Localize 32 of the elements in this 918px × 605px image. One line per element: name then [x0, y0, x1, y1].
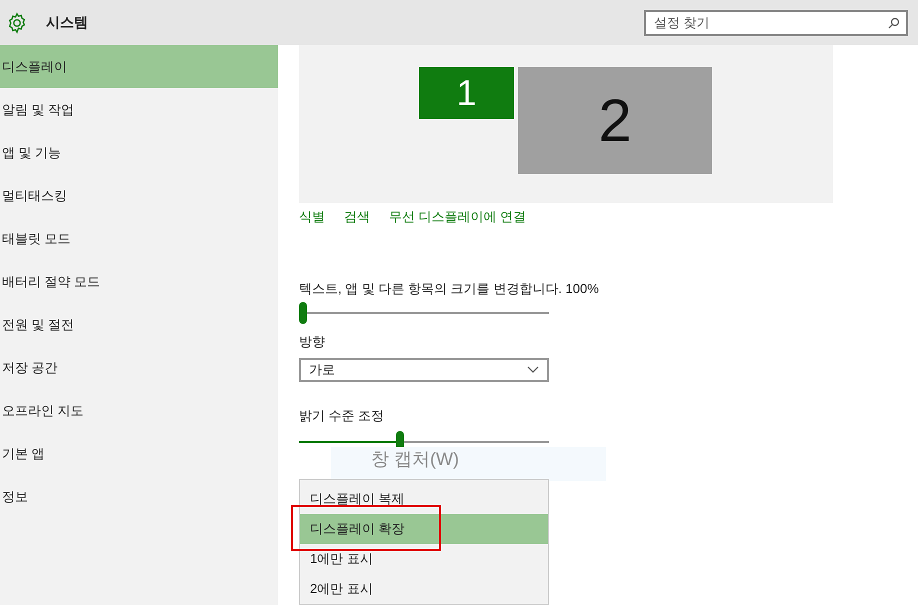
sidebar-item[interactable]: 디스플레이 — [0, 45, 278, 88]
window-title: 시스템 — [46, 13, 88, 32]
slider-thumb[interactable] — [299, 302, 307, 324]
chevron-down-icon — [527, 366, 539, 374]
search-field[interactable]: 설정 찾기 — [644, 10, 908, 36]
link[interactable]: 검색 — [344, 207, 370, 227]
dropdown-option[interactable]: 2에만 표시 — [300, 574, 548, 604]
sidebar-item[interactable]: 멀티태스킹 — [0, 174, 278, 217]
link[interactable]: 무선 디스플레이에 연결 — [389, 207, 526, 227]
slider-track[interactable] — [299, 302, 549, 324]
gear-icon — [6, 12, 28, 34]
sidebar-item[interactable]: 알림 및 작업 — [0, 88, 278, 131]
scale-label: 텍스트, 앱 및 다른 항목의 크기를 변경합니다. 100% — [299, 280, 600, 298]
sidebar-item[interactable]: 정보 — [0, 475, 278, 518]
sidebar-item[interactable]: 저장 공간 — [0, 346, 278, 389]
sidebar-item[interactable]: 전원 및 절전 — [0, 303, 278, 346]
sidebar-item[interactable]: 오프라인 지도 — [0, 389, 278, 432]
dropdown-option[interactable]: 디스플레이 확장 — [300, 514, 548, 544]
monitor-tile[interactable]: 2 — [518, 67, 712, 174]
sidebar-item[interactable]: 기본 앱 — [0, 432, 278, 475]
sidebar-item[interactable]: 앱 및 기능 — [0, 131, 278, 174]
dropdown-option[interactable]: 1에만 표시 — [300, 544, 548, 574]
search-icon — [888, 16, 900, 28]
dropdown-option[interactable]: 디스플레이 복제 — [300, 484, 548, 514]
tooltip: 창 캡처(W) — [331, 447, 606, 481]
link[interactable]: 식별 — [299, 207, 325, 227]
brightness-label: 밝기 수준 조정 — [299, 406, 386, 424]
sidebar-item[interactable]: 태블릿 모드 — [0, 217, 278, 260]
sidebar-item[interactable]: 배터리 절약 모드 — [0, 260, 278, 303]
orientation-label: 방향 — [299, 333, 326, 352]
monitor-tile[interactable]: 1 — [419, 67, 514, 119]
orientation-select[interactable]: 가로 — [299, 358, 549, 382]
